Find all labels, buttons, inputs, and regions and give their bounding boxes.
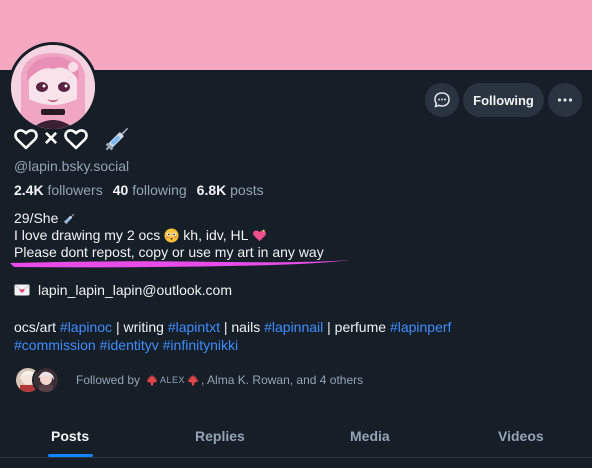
profile-stats: 2.4K followers 40 following 6.8K posts xyxy=(14,182,264,198)
display-name-separator: × xyxy=(44,125,59,152)
posts-stat: 6.8K posts xyxy=(197,182,264,198)
tabs-divider xyxy=(0,457,592,458)
following-button[interactable]: Following xyxy=(463,83,544,117)
contact-email: lapin_lapin_lapin@outlook.com xyxy=(14,282,232,298)
profile-bio: 29/She I love drawing my 2 ocs kh, idv, … xyxy=(14,210,324,261)
hashtag-link[interactable]: #lapintxt xyxy=(168,319,220,335)
profile-handle: @lapin.bsky.social xyxy=(14,158,130,174)
tags-text: ocs/art xyxy=(14,319,60,335)
posts-label: posts xyxy=(230,182,264,198)
followers-count: 2.4K xyxy=(14,182,44,198)
profile-avatar[interactable] xyxy=(8,42,98,132)
bio-line-2: I love drawing my 2 ocs kh, idv, HL xyxy=(14,227,324,244)
follower-name: ALEX xyxy=(160,375,186,385)
hashtag-link[interactable]: #commission xyxy=(14,337,96,353)
annotation-underline-stroke xyxy=(10,260,351,268)
following-count: 40 xyxy=(112,182,129,198)
profile-tabs: Posts Replies Media Videos xyxy=(0,414,592,458)
sparkling-heart-emoji-icon xyxy=(253,228,267,242)
tags-text: | perfume xyxy=(323,319,390,335)
tags-text: | nails xyxy=(219,319,265,335)
bio-fandoms: kh, idv, HL xyxy=(183,227,249,243)
posts-count: 6.8K xyxy=(196,182,227,198)
tab-replies[interactable]: Replies xyxy=(195,414,245,458)
followed-by-row[interactable]: Followed by ALEX , Alma K. Rowan, and 4 … xyxy=(14,366,363,394)
hashtag-link[interactable]: #identityv xyxy=(100,337,159,353)
following-stat[interactable]: 40 following xyxy=(113,182,187,198)
syringe-emoji-icon xyxy=(105,127,129,151)
follower-avatar xyxy=(32,366,60,394)
heart-outline-icon xyxy=(64,129,88,150)
bio-line-1: 29/She xyxy=(14,210,324,227)
ellipsis-icon xyxy=(557,98,573,102)
heart-outline-icon xyxy=(14,129,38,150)
message-button[interactable] xyxy=(425,83,459,117)
maple-leaf-icon xyxy=(146,374,158,386)
display-name: × xyxy=(14,124,132,154)
followers-stat[interactable]: 2.4K followers xyxy=(14,182,103,198)
profile-hashtags: ocs/art #lapinoc | writing #lapintxt | n… xyxy=(14,318,584,354)
hashtag-link[interactable]: #lapinoc xyxy=(60,319,112,335)
tab-videos[interactable]: Videos xyxy=(498,414,544,458)
more-options-button[interactable] xyxy=(548,83,582,117)
bio-age-pronouns: 29/She xyxy=(14,210,59,226)
tab-media[interactable]: Media xyxy=(350,414,390,458)
flushed-face-emoji-icon xyxy=(164,228,179,243)
maple-leaf-icon xyxy=(187,374,199,386)
love-letter-emoji-icon xyxy=(14,284,30,296)
following-label: following xyxy=(132,182,187,198)
followed-by-rest: , Alma K. Rowan, and 4 others xyxy=(201,373,364,387)
email-address: lapin_lapin_lapin@outlook.com xyxy=(38,282,233,298)
chat-bubble-icon xyxy=(434,92,450,108)
syringe-emoji-icon xyxy=(64,213,75,224)
followed-by-prefix: Followed by xyxy=(76,373,141,387)
followers-label: followers xyxy=(47,182,103,198)
followed-by-text: Followed by ALEX , Alma K. Rowan, and 4 … xyxy=(76,373,363,387)
tab-posts[interactable]: Posts xyxy=(51,414,89,458)
hashtag-link[interactable]: #lapinnail xyxy=(264,319,323,335)
hashtag-link[interactable]: #infinitynikki xyxy=(163,337,238,353)
hashtag-link[interactable]: #lapinperf xyxy=(390,319,452,335)
tags-text: | writing xyxy=(112,319,168,335)
bio-text: I love drawing my 2 ocs xyxy=(14,227,161,243)
